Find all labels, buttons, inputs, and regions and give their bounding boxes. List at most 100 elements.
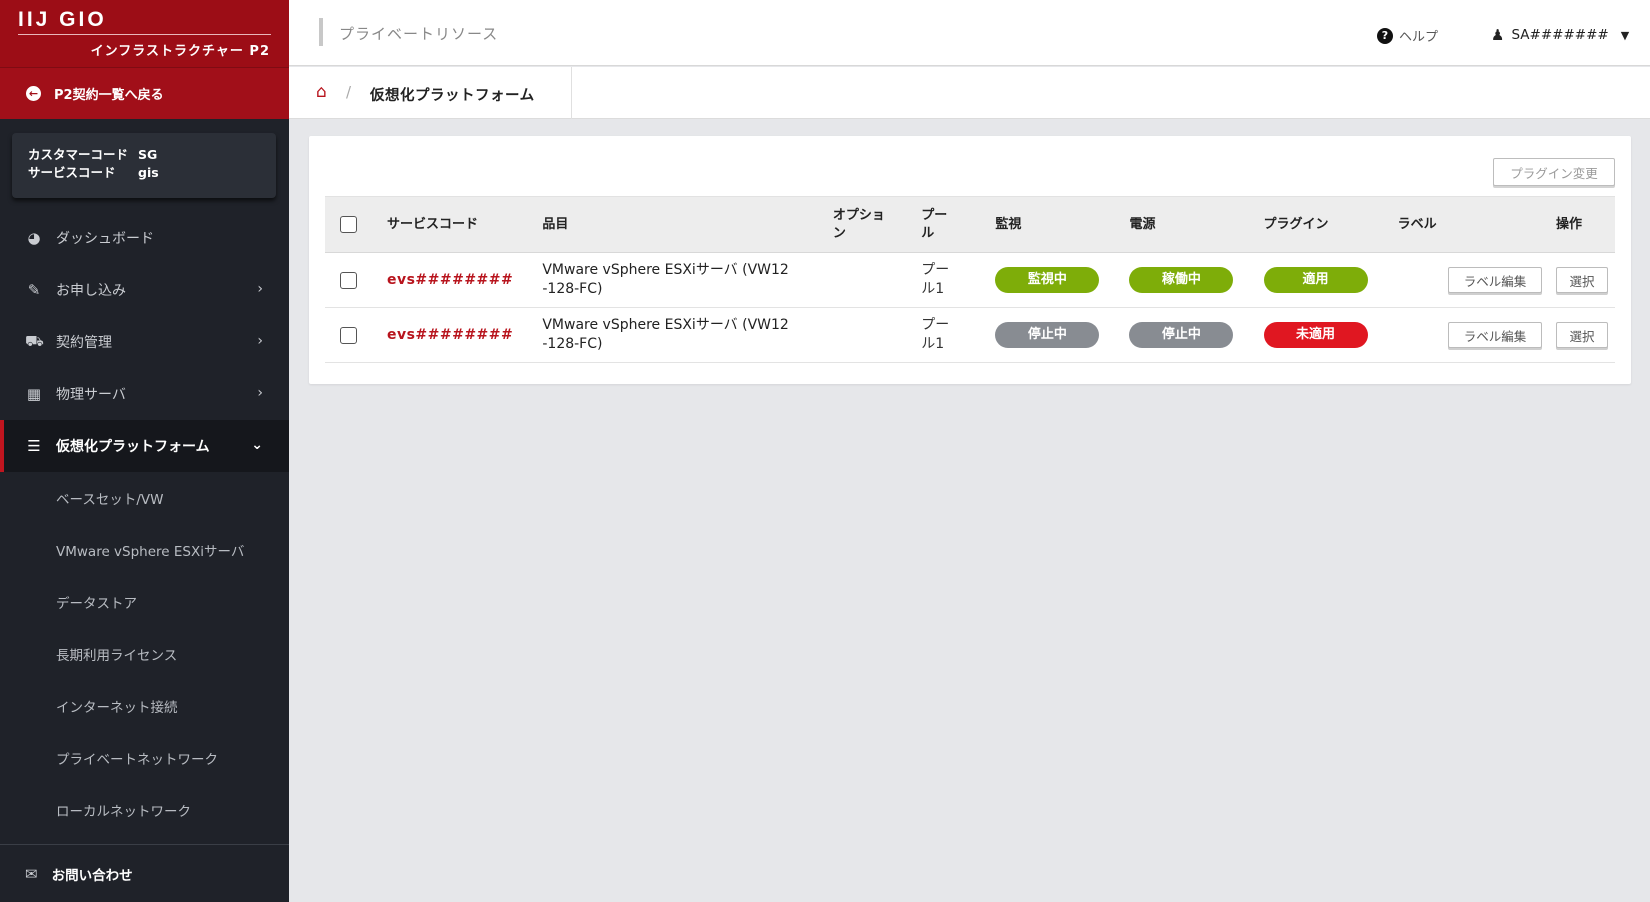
header-pool-label: プール — [921, 207, 948, 241]
back-to-contracts-link[interactable]: ← P2契約一覧へ戻る — [0, 67, 289, 119]
contact-label: お問い合わせ — [51, 867, 133, 884]
user-icon: ♟ — [1491, 26, 1505, 44]
header-label[interactable]: ラベル — [1397, 196, 1557, 253]
select-button[interactable]: 選択 — [1556, 267, 1609, 293]
title-accent-bar — [319, 18, 323, 46]
submenu-item-internet[interactable]: インターネット接続 — [0, 680, 289, 732]
customer-code-row: カスタマーコード SG — [28, 146, 276, 164]
sidebar: IIJ GIO インフラストラクチャー P2 ← P2契約一覧へ戻る カスタマー… — [0, 0, 289, 902]
power-status-badge: 停止中 — [1129, 322, 1234, 348]
server-stack-icon: ☰ — [27, 437, 41, 455]
edit-label-button[interactable]: ラベル編集 — [1448, 267, 1543, 293]
header-item[interactable]: 品目 — [542, 196, 833, 253]
sidebar-item-label: 物理サーバ — [56, 387, 126, 403]
header-option-label: オプション — [832, 207, 885, 241]
sidebar-item-label: ダッシュボード — [56, 231, 154, 247]
option-cell — [832, 252, 922, 308]
pool-line-2: ル1 — [921, 336, 945, 352]
action-cell: 選択 — [1556, 307, 1615, 363]
submenu-item-esxi-server[interactable]: VMware vSphere ESXiサーバ — [0, 524, 289, 576]
item-cell: VMware vSphere ESXiサーバ (VW12 -128-FC) — [542, 307, 833, 363]
question-circle-icon: ? — [1377, 27, 1393, 44]
chevron-right-icon: › — [257, 333, 263, 349]
monitor-cell: 監視中 — [995, 252, 1130, 308]
service-code-row: サービスコード gis — [28, 164, 276, 182]
submenu-item-local-network[interactable]: ローカルネットワーク — [0, 784, 289, 836]
row-checkbox[interactable] — [340, 326, 357, 344]
service-code-cell: evs######## — [386, 252, 543, 308]
plugin-status-badge: 未適用 — [1263, 322, 1368, 348]
chevron-right-icon: › — [257, 385, 263, 401]
submenu-item-datastore[interactable]: データストア — [0, 576, 289, 628]
edit-label-button[interactable]: ラベル編集 — [1448, 322, 1543, 348]
select-all-checkbox[interactable] — [340, 216, 357, 233]
page-title: プライベートリソース — [339, 25, 499, 43]
row-select-cell — [325, 252, 387, 308]
pool-cell: プール1 — [921, 307, 996, 363]
contact-link[interactable]: ✉ お問い合わせ — [0, 844, 289, 902]
header-service-code[interactable]: サービスコード — [386, 196, 543, 253]
pool-line-1: プー — [921, 317, 950, 333]
item-line-2: -128-FC) — [542, 281, 603, 297]
dashboard-gauge-icon: ◕ — [27, 229, 41, 247]
customer-code-box: カスタマーコード SG サービスコード gis — [12, 133, 276, 198]
sidebar-item-label: 仮想化プラットフォーム — [56, 439, 210, 455]
header-monitor[interactable]: 監視 — [995, 196, 1130, 253]
option-cell — [832, 307, 922, 363]
sidebar-item-application[interactable]: ✎ お申し込み › — [0, 264, 289, 316]
power-cell: 稼働中 — [1129, 252, 1264, 308]
header-plugin[interactable]: プラグイン — [1263, 196, 1398, 253]
help-label: ヘルプ — [1399, 30, 1439, 45]
item-line-1: VMware vSphere ESXiサーバ (VW12 — [542, 317, 789, 333]
service-code-value: gis — [138, 165, 159, 180]
submenu-item-long-term-license[interactable]: 長期利用ライセンス — [0, 628, 289, 680]
submenu-item-private-network[interactable]: プライベートネットワーク — [0, 732, 289, 784]
item-cell: VMware vSphere ESXiサーバ (VW12 -128-FC) — [542, 252, 833, 308]
help-link[interactable]: ? ヘルプ — [1377, 26, 1438, 45]
service-code-link[interactable]: evs######## — [387, 272, 513, 288]
item-line-2: -128-FC) — [542, 336, 603, 352]
brand-subtitle: インフラストラクチャー P2 — [90, 44, 270, 59]
sidebar-item-label: お申し込み — [56, 283, 126, 299]
header-option[interactable]: オプション — [832, 196, 922, 253]
sidebar-item-contract[interactable]: ⛟ 契約管理 › — [0, 316, 289, 368]
arrow-left-circle-icon: ← — [26, 86, 41, 101]
select-all-cell — [325, 196, 387, 253]
user-menu[interactable]: ♟ SA####### ▼ — [1491, 26, 1629, 44]
sidebar-item-dashboard[interactable]: ◕ ダッシュボード — [0, 212, 289, 264]
pool-line-2: ル1 — [921, 281, 945, 297]
monitor-cell: 停止中 — [995, 307, 1130, 363]
envelope-icon: ✉ — [25, 864, 38, 883]
header-power[interactable]: 電源 — [1129, 196, 1264, 253]
sidebar-item-virtual-platform[interactable]: ☰ 仮想化プラットフォーム ⌄ — [0, 420, 289, 472]
action-cell: 選択 — [1556, 252, 1615, 308]
breadcrumb: ⌂ / 仮想化プラットフォーム — [289, 67, 1650, 119]
service-code-cell: evs######## — [386, 307, 543, 363]
breadcrumb-divider — [571, 67, 572, 119]
plugin-cell: 未適用 — [1263, 307, 1398, 363]
power-status-badge: 稼働中 — [1129, 267, 1234, 293]
table-header-row: サービスコード 品目 オプション プール 監視 電源 プラグイン ラベル 操作 — [325, 196, 1615, 253]
logo-divider — [18, 34, 271, 35]
home-icon[interactable]: ⌂ — [316, 82, 327, 102]
brand-header: IIJ GIO インフラストラクチャー P2 — [0, 0, 289, 67]
back-link-label: P2契約一覧へ戻る — [54, 88, 164, 103]
user-name: SA####### — [1511, 27, 1609, 43]
item-line-1: VMware vSphere ESXiサーバ (VW12 — [542, 262, 789, 278]
submenu-item-baseset[interactable]: ベースセット/VW — [0, 472, 289, 524]
plugin-cell: 適用 — [1263, 252, 1398, 308]
virtual-platform-submenu: ベースセット/VW VMware vSphere ESXiサーバ データストア … — [0, 472, 289, 836]
row-checkbox[interactable] — [340, 271, 357, 289]
select-button[interactable]: 選択 — [1556, 322, 1609, 348]
sidebar-item-physical-server[interactable]: ▦ 物理サーバ › — [0, 368, 289, 420]
breadcrumb-separator: / — [346, 83, 352, 101]
customer-code-value: SG — [138, 147, 158, 162]
row-select-cell — [325, 307, 387, 363]
chevron-down-icon: ⌄ — [251, 437, 263, 453]
sidebar-nav: ◕ ダッシュボード ✎ お申し込み › ⛟ 契約管理 › ▦ 物理サーバ › ☰… — [0, 212, 289, 836]
service-code-link[interactable]: evs######## — [387, 327, 513, 343]
change-plugin-button[interactable]: プラグイン変更 — [1493, 158, 1615, 186]
header-pool[interactable]: プール — [921, 196, 996, 253]
logo[interactable]: IIJ GIO — [18, 9, 271, 30]
edit-icon: ✎ — [27, 281, 41, 299]
